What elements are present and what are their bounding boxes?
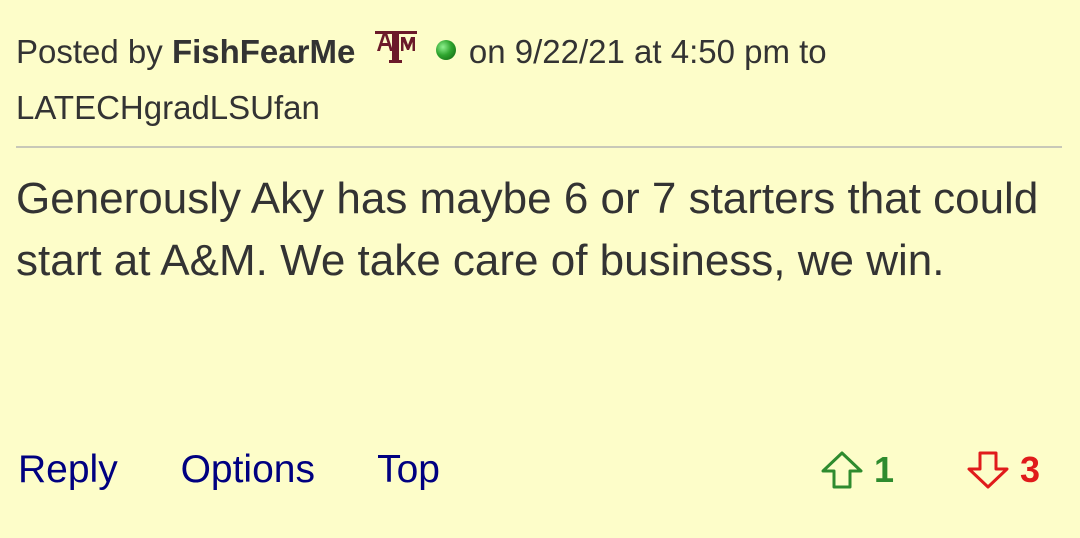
- author-name[interactable]: FishFearMe: [172, 33, 355, 70]
- texas-am-logo-icon: [374, 26, 417, 63]
- post-body: Generously Aky has maybe 6 or 7 starters…: [16, 174, 1039, 285]
- posted-by-label: Posted by: [16, 33, 163, 70]
- post-date: 9/22/21: [514, 33, 625, 70]
- post-time: 4:50 pm: [670, 33, 790, 70]
- post-actions: Reply Options Top: [18, 445, 492, 495]
- on-label: on: [468, 33, 506, 70]
- header-divider: [16, 146, 1062, 148]
- top-link[interactable]: Top: [377, 448, 440, 491]
- downvote-button[interactable]: 3: [966, 445, 1040, 495]
- downvote-count: 3: [1020, 449, 1041, 490]
- upvote-count: 1: [874, 449, 895, 490]
- at-label: at: [634, 33, 662, 70]
- options-link[interactable]: Options: [181, 448, 315, 491]
- recipient-name[interactable]: LATECHgradLSUfan: [16, 89, 320, 126]
- reply-link[interactable]: Reply: [18, 448, 118, 491]
- post-header: Posted by FishFearMe on 9/22/21 at 4:50 …: [16, 24, 1066, 136]
- upvote-button[interactable]: 1: [820, 445, 894, 495]
- arrow-up-icon: [821, 451, 863, 489]
- online-dot-icon: [435, 40, 456, 60]
- arrow-down-icon: [967, 451, 1009, 489]
- to-label: to: [799, 33, 827, 70]
